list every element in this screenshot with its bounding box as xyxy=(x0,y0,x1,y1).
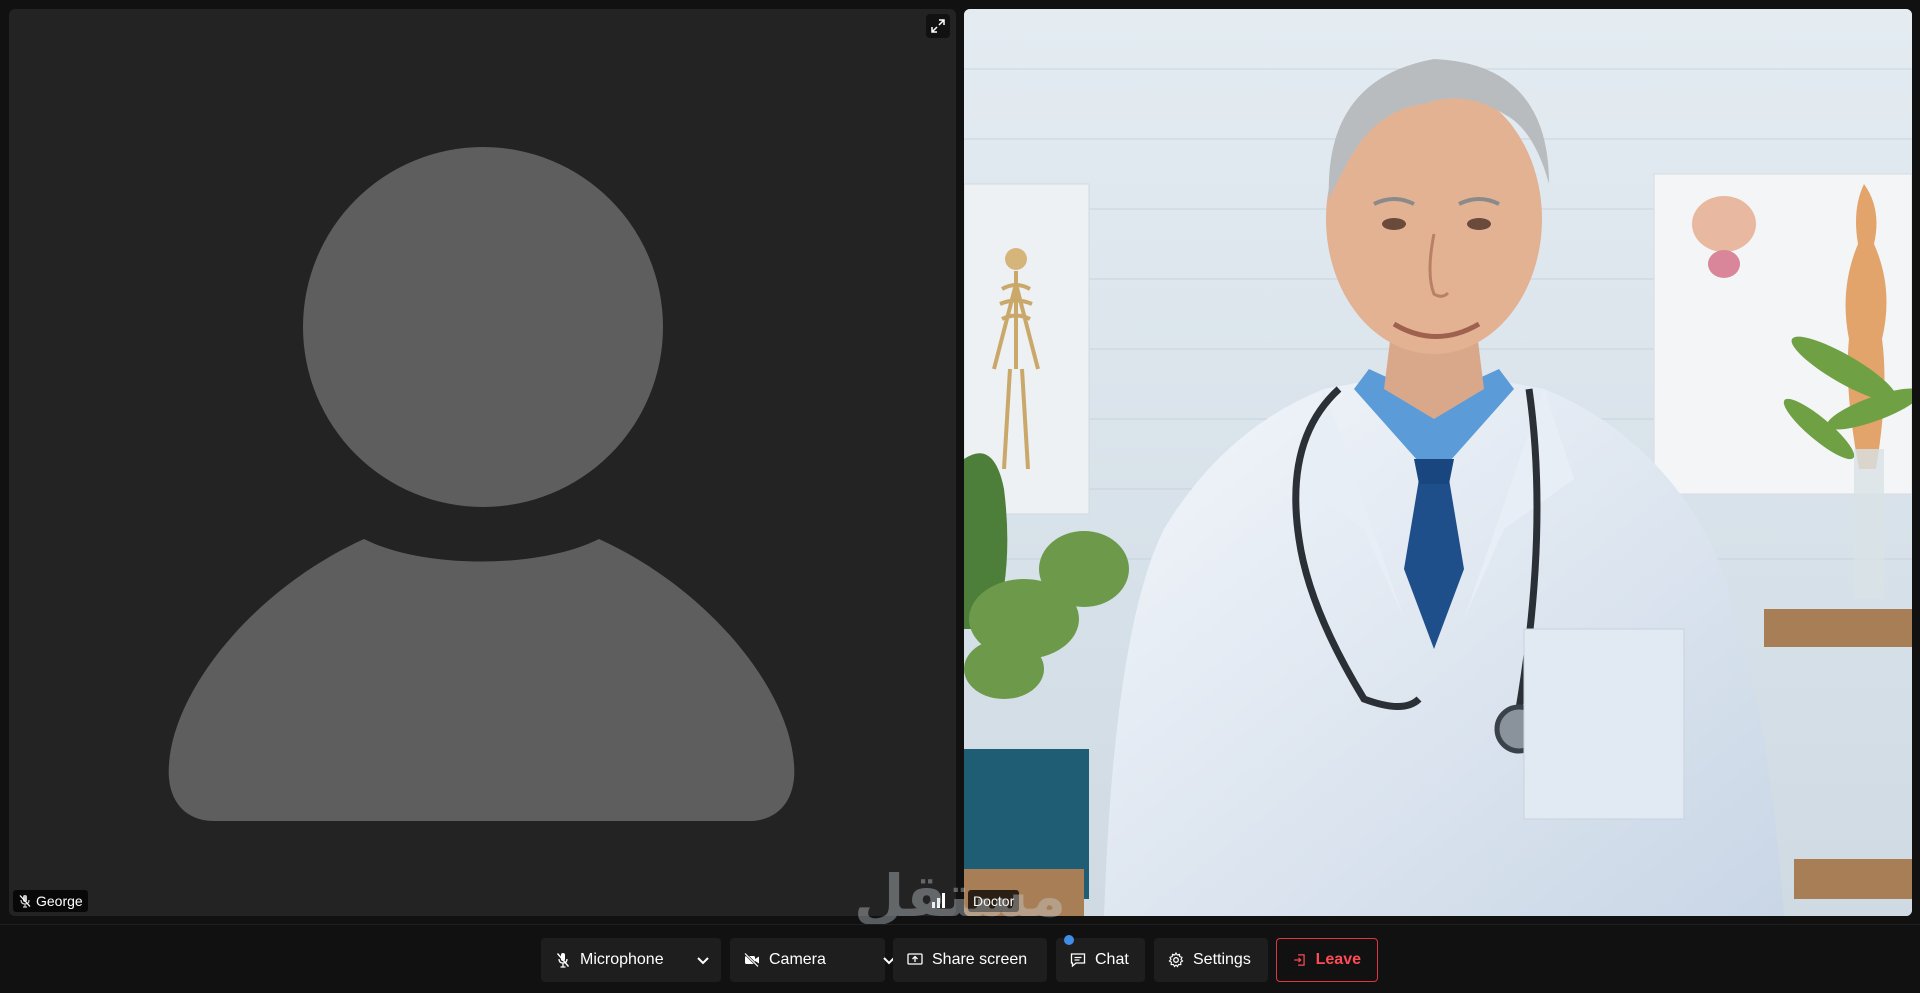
camera-button[interactable]: Camera xyxy=(730,938,895,982)
leave-button[interactable]: Leave xyxy=(1276,938,1378,982)
expand-tile-button[interactable] xyxy=(926,14,950,38)
microphone-label: Microphone xyxy=(580,951,664,968)
microphone-button[interactable]: Microphone xyxy=(541,938,721,982)
video-grid: George Doctor xyxy=(0,0,1920,924)
participant-name: Doctor xyxy=(973,893,1015,909)
unread-badge xyxy=(1064,935,1074,945)
leave-label: Leave xyxy=(1315,951,1361,968)
microphone-muted-icon xyxy=(556,953,570,968)
settings-button[interactable]: Settings xyxy=(1154,938,1268,982)
participant-tile-george[interactable]: George xyxy=(9,9,956,916)
participant-name-tag: Doctor xyxy=(968,890,1020,912)
participant-name-tag: George xyxy=(13,890,88,912)
microphone-muted-icon xyxy=(19,895,31,908)
settings-label: Settings xyxy=(1193,951,1251,968)
camera-label: Camera xyxy=(769,951,826,968)
chevron-down-icon[interactable] xyxy=(693,950,713,970)
control-bar: Microphone Camera Share screen Chat Sett… xyxy=(0,924,1920,993)
person-silhouette-icon xyxy=(168,147,795,821)
participant-tile-doctor[interactable]: Doctor xyxy=(964,9,1912,916)
chat-label: Chat xyxy=(1095,951,1129,968)
share-screen-button[interactable]: Share screen xyxy=(893,938,1047,982)
participant-name: George xyxy=(36,893,83,909)
connection-quality-icon xyxy=(932,893,945,908)
camera-off-icon xyxy=(744,952,759,968)
share-screen-icon xyxy=(907,953,923,965)
chat-icon xyxy=(1070,953,1086,968)
share-screen-label: Share screen xyxy=(932,951,1028,968)
expand-icon xyxy=(931,19,945,33)
gear-icon xyxy=(1168,952,1184,968)
chat-button[interactable]: Chat xyxy=(1056,935,1145,982)
participant-video xyxy=(964,9,1912,916)
leave-icon xyxy=(1294,954,1305,966)
